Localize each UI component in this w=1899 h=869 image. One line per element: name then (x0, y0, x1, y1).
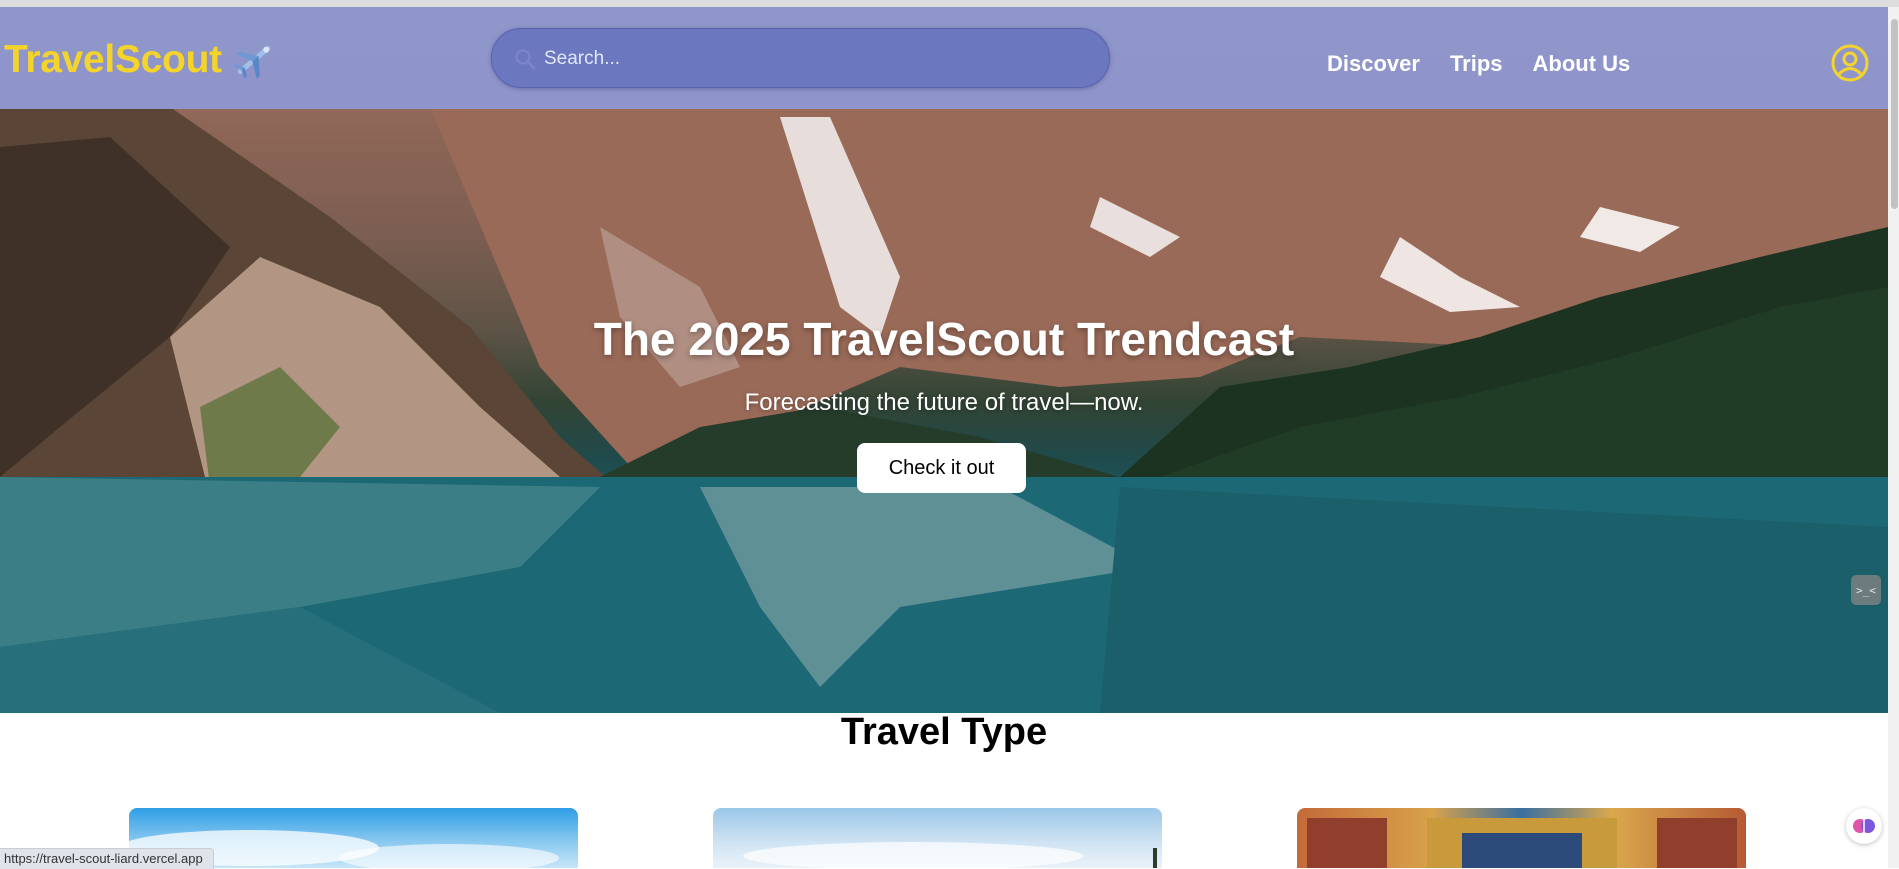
nav-links: Discover Trips About Us (1327, 51, 1660, 77)
search-bar[interactable] (491, 28, 1110, 89)
travel-type-heading: Travel Type (840, 711, 1048, 753)
card-image (743, 842, 1157, 868)
status-bar-url: https://travel-scout-liard.vercel.app (0, 848, 214, 869)
nav-link-about-us[interactable]: About Us (1533, 51, 1631, 77)
hero-subtitle: Forecasting the future of travel—now. (744, 389, 1144, 416)
browser-top-strip (0, 0, 1899, 7)
side-widget-button[interactable]: >_< (1851, 575, 1881, 605)
user-circle-icon[interactable] (1830, 43, 1870, 83)
brain-icon (1853, 819, 1875, 833)
nav-link-discover[interactable]: Discover (1327, 51, 1420, 77)
page-scrollbar[interactable] (1888, 7, 1899, 868)
search-icon (515, 49, 536, 70)
airplane-icon (234, 45, 271, 79)
card-image (1307, 818, 1737, 868)
travel-type-card[interactable] (1297, 808, 1746, 868)
check-it-out-button[interactable]: Check it out (857, 443, 1026, 493)
brand-logo[interactable]: TravelScout (4, 38, 276, 82)
search-input[interactable] (542, 29, 1086, 89)
brand-name: TravelScout (4, 38, 222, 81)
hero-title: The 2025 TravelScout Trendcast (593, 313, 1295, 365)
travel-type-card[interactable] (713, 808, 1162, 868)
page: TravelScout Discover Trips (0, 7, 1888, 868)
top-navbar: TravelScout Discover Trips (0, 7, 1888, 109)
assistant-brain-icon[interactable] (1846, 808, 1882, 844)
scrollbar-thumb[interactable] (1891, 19, 1898, 209)
nav-link-trips[interactable]: Trips (1450, 51, 1503, 77)
